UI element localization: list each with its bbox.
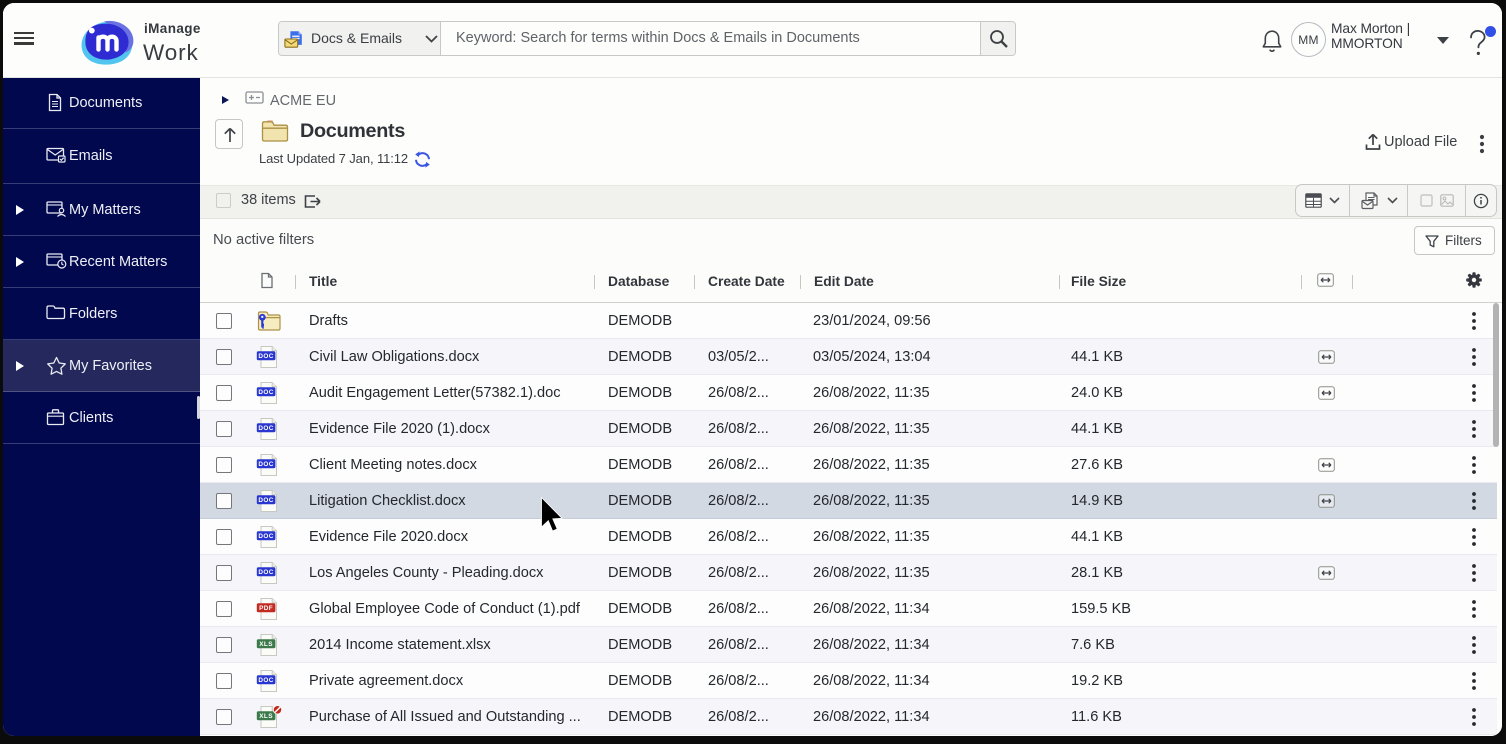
svg-text:DOC: DOC (258, 353, 273, 360)
svg-text:DOC: DOC (258, 389, 273, 396)
svg-text:DOC: DOC (258, 677, 273, 684)
svg-text:DOC: DOC (258, 461, 273, 468)
svg-text:PDF: PDF (259, 605, 273, 612)
svg-text:XLS: XLS (259, 713, 273, 720)
svg-text:DOC: DOC (258, 425, 273, 432)
svg-text:XLS: XLS (259, 641, 273, 648)
svg-text:DOC: DOC (258, 569, 273, 576)
svg-text:DOC: DOC (258, 497, 273, 504)
svg-text:DOC: DOC (258, 533, 273, 540)
